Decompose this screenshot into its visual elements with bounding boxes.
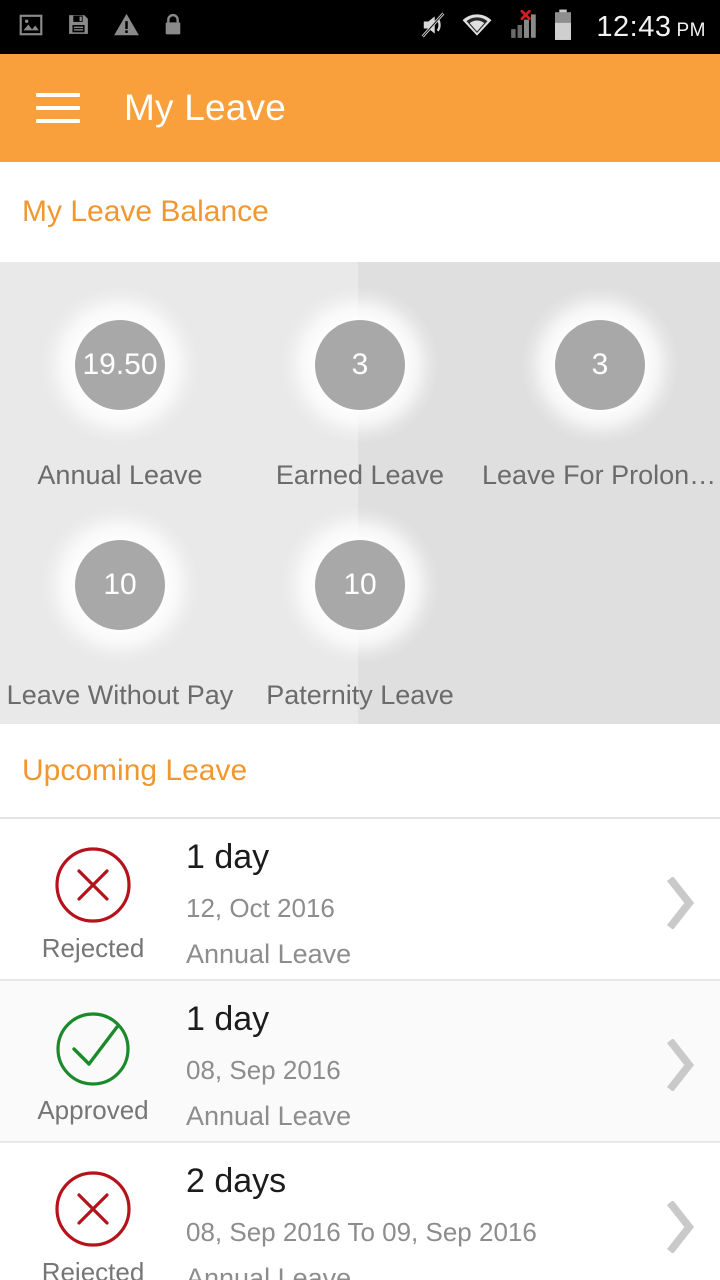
- table-row[interactable]: Approved 1 day 08, Sep 2016 Annual Leave: [0, 981, 720, 1143]
- balance-label: Earned Leave: [275, 460, 445, 490]
- leave-info: 1 day 08, Sep 2016 Annual Leave: [186, 999, 640, 1132]
- rejected-x-icon: [51, 843, 135, 927]
- leave-status-block: Rejected: [0, 1161, 186, 1280]
- leave-dates: 08, Sep 2016 To 09, Sep 2016: [186, 1217, 537, 1248]
- balance-item-paternity-leave[interactable]: 10 Paternity Leave: [240, 500, 480, 720]
- balance-value: 10: [103, 568, 137, 601]
- leave-type: Annual Leave: [186, 1101, 352, 1132]
- balance-label: Paternity Leave: [266, 680, 454, 710]
- balance-value: 3: [351, 348, 369, 381]
- balance-value: 3: [591, 348, 609, 381]
- hamburger-menu-icon[interactable]: [36, 93, 80, 123]
- balance-item-earned-leave[interactable]: 3 Earned Leave: [240, 280, 480, 500]
- balance-circle: 3: [555, 320, 645, 410]
- warning-triangle-icon: [113, 12, 140, 42]
- app-bar: My Leave: [0, 54, 720, 162]
- leave-duration: 2 days: [186, 1162, 287, 1200]
- status-bar-left-icons: [18, 12, 184, 43]
- balance-circle: 10: [75, 540, 165, 630]
- balance-item-leave-for-prolonged[interactable]: 3 Leave For Prolong...: [480, 280, 720, 500]
- signal-no-service-icon: [506, 9, 540, 45]
- balance-label: Leave For Prolong...: [482, 460, 718, 490]
- balance-value: 19.50: [82, 348, 158, 381]
- hamburger-bar: [36, 93, 80, 97]
- leave-type: Annual Leave: [186, 1263, 352, 1280]
- table-row[interactable]: Rejected 1 day 12, Oct 2016 Annual Leave: [0, 819, 720, 981]
- balance-ring: 3: [281, 286, 439, 444]
- leave-status-block: Approved: [0, 999, 186, 1126]
- section-header-upcoming-leave: Upcoming Leave: [0, 724, 720, 819]
- clock-time: 12:43: [596, 10, 672, 43]
- status-badge: Rejected: [41, 1257, 145, 1280]
- upcoming-leave-list: Rejected 1 day 12, Oct 2016 Annual Leave…: [0, 819, 720, 1280]
- balance-label: Annual Leave: [37, 460, 203, 490]
- chevron-right-icon[interactable]: [640, 1201, 720, 1253]
- leave-info: 2 days 08, Sep 2016 To 09, Sep 2016 Annu…: [186, 1161, 640, 1280]
- battery-icon: [553, 9, 573, 46]
- leave-balance-grid: 19.50 Annual Leave 3 Earned Leave 3 Leav…: [0, 262, 720, 720]
- chevron-right-icon[interactable]: [640, 877, 720, 929]
- balance-ring: 19.50: [41, 286, 199, 444]
- status-badge: Approved: [37, 1095, 149, 1125]
- status-bar-right-icons: 12:43 PM: [418, 9, 706, 46]
- status-bar: 12:43 PM: [0, 0, 720, 54]
- chevron-right-icon[interactable]: [640, 1039, 720, 1091]
- hamburger-bar: [36, 119, 80, 123]
- table-row[interactable]: Rejected 2 days 08, Sep 2016 To 09, Sep …: [0, 1143, 720, 1280]
- balance-circle: 3: [315, 320, 405, 410]
- rejected-x-icon: [51, 1167, 135, 1251]
- balance-item-annual-leave[interactable]: 19.50 Annual Leave: [0, 280, 240, 500]
- save-floppy-icon: [66, 12, 91, 42]
- balance-circle: 10: [315, 540, 405, 630]
- leave-type: Annual Leave: [186, 939, 352, 970]
- balance-item-leave-without-pay[interactable]: 10 Leave Without Pay: [0, 500, 240, 720]
- page-title: My Leave: [124, 87, 287, 128]
- approved-check-icon: [51, 1005, 135, 1089]
- balance-ring: 10: [41, 506, 199, 664]
- leave-status-block: Rejected: [0, 837, 186, 964]
- section-title-leave-balance: My Leave Balance: [22, 195, 269, 228]
- leave-dates: 12, Oct 2016: [186, 893, 335, 924]
- leave-duration: 1 day: [186, 838, 270, 876]
- status-badge: Rejected: [41, 933, 145, 963]
- leave-dates: 08, Sep 2016: [186, 1055, 341, 1086]
- balance-ring: 10: [281, 506, 439, 664]
- image-icon: [18, 12, 44, 43]
- app-screen: 12:43 PM My Leave My Leave Balance 19.50: [0, 0, 720, 1280]
- lock-icon: [162, 12, 184, 42]
- leave-info: 1 day 12, Oct 2016 Annual Leave: [186, 837, 640, 970]
- balance-label: Leave Without Pay: [6, 680, 234, 710]
- wifi-icon: [461, 12, 493, 43]
- hamburger-bar: [36, 106, 80, 110]
- status-bar-clock: 12:43 PM: [596, 11, 706, 44]
- leave-duration: 1 day: [186, 1000, 270, 1038]
- balance-ring: 3: [521, 286, 679, 444]
- balance-value: 10: [343, 568, 377, 601]
- clock-meridiem: PM: [676, 19, 706, 41]
- mute-icon: [418, 10, 448, 45]
- section-header-leave-balance: My Leave Balance: [0, 162, 720, 262]
- balance-circle: 19.50: [75, 320, 165, 410]
- leave-balance-panel: 19.50 Annual Leave 3 Earned Leave 3 Leav…: [0, 262, 720, 724]
- section-title-upcoming-leave: Upcoming Leave: [22, 753, 248, 787]
